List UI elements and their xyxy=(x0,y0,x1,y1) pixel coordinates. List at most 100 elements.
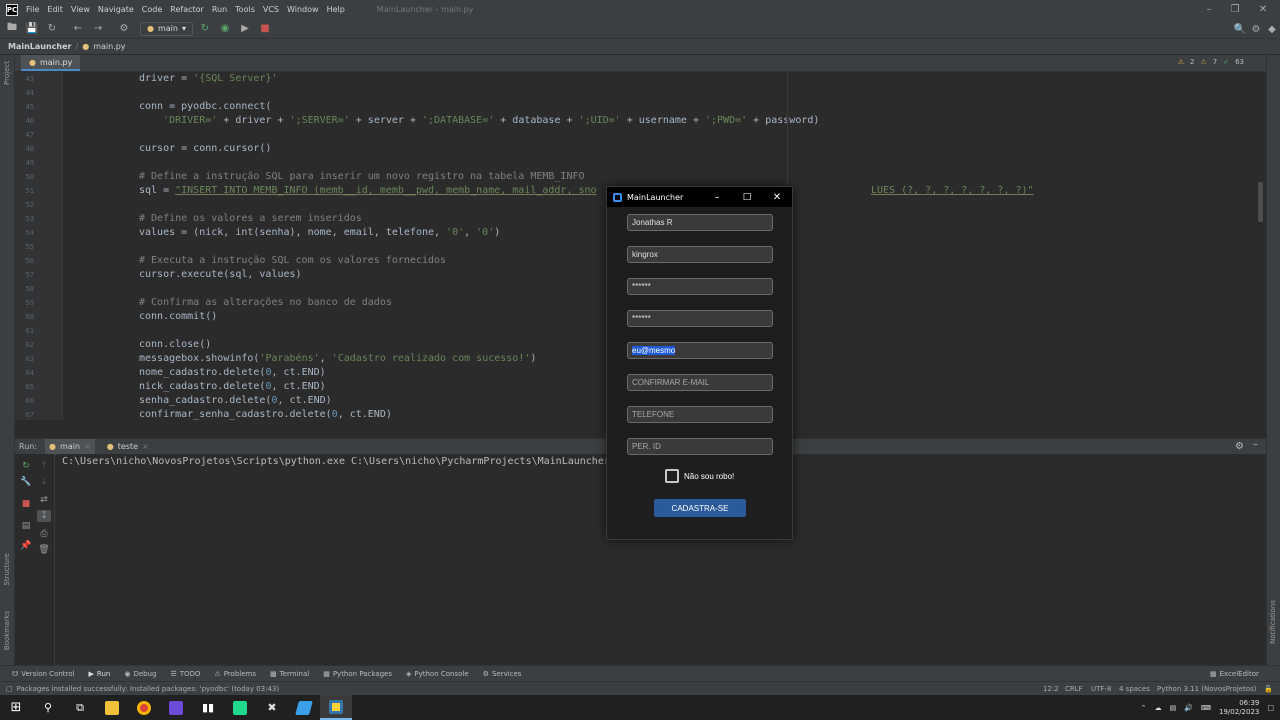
wrench-icon[interactable]: 🔧 xyxy=(19,476,33,488)
sync-icon[interactable]: ↻ xyxy=(44,21,60,37)
checkbox-box[interactable] xyxy=(665,469,679,483)
coverage-icon[interactable]: ▶ xyxy=(237,21,253,37)
menu-navigate[interactable]: Navigate xyxy=(98,5,134,14)
dialog-close-icon[interactable]: ✕ xyxy=(762,187,792,207)
menu-code[interactable]: Code xyxy=(142,5,162,14)
scroll-thumb[interactable] xyxy=(1258,182,1263,222)
layout-icon[interactable]: ▤ xyxy=(19,520,33,532)
exceleditor-tab[interactable]: ▦ ExcelEditor xyxy=(1210,670,1259,678)
tool-tab-python-packages[interactable]: ▦ Python Packages xyxy=(323,670,392,678)
stop-icon[interactable]: ■ xyxy=(257,21,273,37)
run-settings-icon[interactable]: ⚙ xyxy=(1235,441,1244,452)
scroll-end-icon[interactable]: ↧ xyxy=(37,510,51,522)
tool-tab-services[interactable]: ⚙ Services xyxy=(483,670,522,678)
status-message[interactable]: Packages installed successfully: Install… xyxy=(17,685,279,693)
notification-icon[interactable]: □ xyxy=(1267,704,1274,712)
wrap-icon[interactable]: ⇄ xyxy=(37,494,51,506)
menu-tools[interactable]: Tools xyxy=(235,5,255,14)
tool-tab-python-console[interactable]: ◈ Python Console xyxy=(406,670,469,678)
dialog-maximize-icon[interactable]: □ xyxy=(732,187,762,207)
debug-icon[interactable]: ◉ xyxy=(217,21,233,37)
run-tab-teste[interactable]: ● teste × xyxy=(103,439,153,455)
notifications-tool-tab[interactable]: Notifications xyxy=(1269,600,1277,644)
python-interpreter[interactable]: Python 3.11 (NovosProjetos) xyxy=(1157,685,1256,693)
menu-run[interactable]: Run xyxy=(212,5,227,14)
tool-tab-todo[interactable]: ☰ TODO xyxy=(170,670,200,678)
tool-tab-problems[interactable]: ⚠ Problems xyxy=(214,670,256,678)
confirm-email-field[interactable]: CONFIRMAR E-MAIL xyxy=(627,374,773,391)
not-robot-checkbox[interactable]: Não sou robo! xyxy=(665,469,734,483)
tool-tab-terminal[interactable]: ▩ Terminal xyxy=(270,670,309,678)
tool-tab-run[interactable]: ▶ Run xyxy=(89,670,111,678)
menu-vcs[interactable]: VCS xyxy=(263,5,279,14)
print-icon[interactable]: ⎙ xyxy=(37,528,51,540)
line-separator[interactable]: CRLF xyxy=(1065,685,1083,693)
tools-icon[interactable]: ✖ xyxy=(256,695,288,720)
file-encoding[interactable]: UTF-8 xyxy=(1091,685,1111,693)
up-icon[interactable]: ↑ xyxy=(37,460,51,472)
bookmarks-tool-tab[interactable]: Bookmarks xyxy=(3,611,11,650)
hide-panel-icon[interactable]: – xyxy=(1253,439,1258,450)
pycharm-logo-icon[interactable]: PC xyxy=(6,3,18,16)
settings-icon[interactable]: ⚙ xyxy=(1248,21,1264,37)
clock[interactable]: 06:39 19/02/2023 xyxy=(1219,699,1259,717)
build-icon[interactable]: ⚙ xyxy=(116,21,132,37)
close-tab-icon[interactable]: × xyxy=(142,442,149,451)
network-icon[interactable]: ▤ xyxy=(1170,704,1177,712)
tool-tab-version-control[interactable]: ☋ Version Control xyxy=(12,670,75,678)
plugins-icon[interactable]: ◆ xyxy=(1264,21,1280,37)
restore-icon[interactable]: ❐ xyxy=(1222,0,1248,19)
language-icon[interactable]: ⌨ xyxy=(1201,704,1211,712)
task-view-icon[interactable]: ⧉ xyxy=(64,695,96,720)
run-tab-main[interactable]: ● main × xyxy=(45,438,95,455)
register-button[interactable]: CADASTRA-SE xyxy=(654,499,746,517)
nick-field[interactable]: kingrox xyxy=(627,246,773,263)
search-icon[interactable]: ⚲ xyxy=(32,695,64,720)
breadcrumb-project[interactable]: MainLauncher xyxy=(8,42,72,51)
menu-file[interactable]: File xyxy=(26,5,39,14)
editor-scrollbar[interactable] xyxy=(1255,72,1265,420)
rerun-icon[interactable]: ↻ xyxy=(197,21,213,37)
name-field[interactable]: Jonathas R xyxy=(627,214,773,231)
menu-refactor[interactable]: Refactor xyxy=(170,5,204,14)
menu-help[interactable]: Help xyxy=(327,5,345,14)
start-icon[interactable]: ⊞ xyxy=(0,695,32,720)
tool-tab-debug[interactable]: ◉ Debug xyxy=(124,670,156,678)
indent-setting[interactable]: 4 spaces xyxy=(1119,685,1150,693)
email-field[interactable]: eu@mesmo xyxy=(627,342,773,359)
trash-icon[interactable]: 🗑 xyxy=(37,544,51,556)
close-tab-icon[interactable]: × xyxy=(84,442,91,451)
down-icon[interactable]: ↓ xyxy=(37,476,51,488)
run-config-selector[interactable]: ● main ▾ xyxy=(140,21,193,36)
per-id-field[interactable]: PER. ID xyxy=(627,438,773,455)
file-explorer-icon[interactable] xyxy=(96,695,128,720)
lock-icon[interactable]: 🔓 xyxy=(1264,685,1273,693)
close-icon[interactable]: ✕ xyxy=(1250,0,1276,19)
caret-position[interactable]: 12:2 xyxy=(1043,685,1059,693)
minimize-icon[interactable]: – xyxy=(1196,0,1222,19)
search-icon[interactable]: 🔍 xyxy=(1232,21,1248,37)
pin-icon[interactable]: 📌 xyxy=(19,540,33,552)
menu-view[interactable]: View xyxy=(71,5,90,14)
stop-icon[interactable]: ■ xyxy=(19,498,33,510)
menu-window[interactable]: Window xyxy=(287,5,319,14)
save-icon[interactable]: 💾 xyxy=(24,21,40,37)
rerun-icon[interactable]: ↻ xyxy=(19,460,33,472)
cloud-icon[interactable]: ☁ xyxy=(1155,704,1162,712)
project-tool-tab[interactable]: Project xyxy=(3,61,11,85)
inspection-widget[interactable]: ⚠ 2 ⚠ 7 ✓ 63 xyxy=(1178,58,1244,66)
back-icon[interactable]: ← xyxy=(70,21,86,37)
menu-edit[interactable]: Edit xyxy=(47,5,63,14)
tray-chevron-icon[interactable]: ⌃ xyxy=(1141,704,1147,712)
dialog-minimize-icon[interactable]: – xyxy=(702,187,732,207)
structure-tool-tab[interactable]: Structure xyxy=(3,553,11,586)
breadcrumb-file[interactable]: main.py xyxy=(93,42,125,51)
pycharm-icon[interactable] xyxy=(224,695,256,720)
app-blue-icon[interactable] xyxy=(288,695,320,720)
open-folder-icon[interactable]: 🖿 xyxy=(4,21,20,37)
password-field[interactable]: ****** xyxy=(627,278,773,295)
chrome-icon[interactable] xyxy=(128,695,160,720)
app-stats-icon[interactable]: ▮▮ xyxy=(192,695,224,720)
volume-icon[interactable]: 🔊 xyxy=(1184,704,1193,712)
phone-field[interactable]: TELEFONE xyxy=(627,406,773,423)
